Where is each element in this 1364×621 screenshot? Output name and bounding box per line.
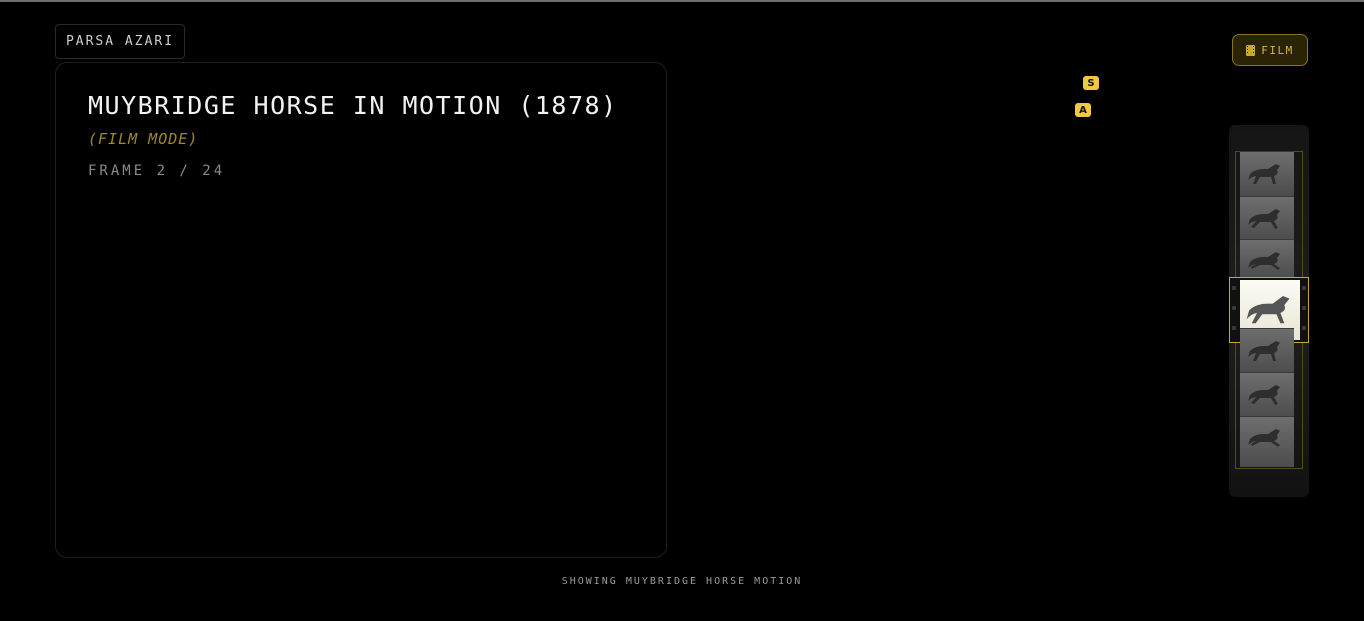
- film-icon: [1246, 44, 1256, 56]
- horse-icon: [1248, 429, 1280, 447]
- filmstrip-thumbnail[interactable]: [1240, 372, 1294, 417]
- page-title: MUYBRIDGE HORSE IN MOTION (1878): [88, 91, 618, 120]
- filmstrip-thumbnail[interactable]: [1240, 416, 1294, 467]
- shortcut-a-badge: A: [1075, 103, 1091, 117]
- sprocket-hole: [1302, 286, 1306, 290]
- horse-icon: [1248, 252, 1280, 270]
- horse-icon: [1246, 296, 1290, 324]
- info-panel: MUYBRIDGE HORSE IN MOTION (1878) (FILM M…: [55, 62, 667, 558]
- shortcut-s-badge: S: [1083, 76, 1099, 90]
- author-name: PARSA AZARI: [65, 34, 175, 49]
- panel-heading: MUYBRIDGE HORSE IN MOTION (1878) (FILM M…: [88, 91, 638, 154]
- film-mode-button[interactable]: FILM: [1232, 34, 1308, 66]
- sprocket-hole: [1302, 306, 1306, 310]
- sprocket-hole: [1302, 326, 1306, 330]
- sprocket-hole: [1232, 286, 1236, 290]
- author-tag[interactable]: PARSA AZARI: [55, 24, 185, 59]
- horse-icon: [1248, 209, 1280, 229]
- status-caption: SHOWING MUYBRIDGE HORSE MOTION: [561, 576, 803, 587]
- filmstrip-thumbnail[interactable]: [1240, 328, 1294, 373]
- filmstrip-thumbnail[interactable]: [1240, 239, 1294, 278]
- sprocket-hole: [1232, 306, 1236, 310]
- top-divider: [0, 0, 1364, 2]
- mode-label: (FILM MODE): [88, 130, 199, 148]
- horse-icon: [1248, 164, 1280, 184]
- filmstrip-thumbnail[interactable]: [1240, 196, 1294, 241]
- sprocket-hole: [1232, 326, 1236, 330]
- filmstrip-thumbnail[interactable]: [1240, 151, 1294, 196]
- horse-icon: [1248, 385, 1280, 405]
- frame-counter: FRAME 2 / 24: [88, 163, 226, 179]
- horse-icon: [1248, 341, 1280, 361]
- film-button-label: FILM: [1261, 43, 1294, 57]
